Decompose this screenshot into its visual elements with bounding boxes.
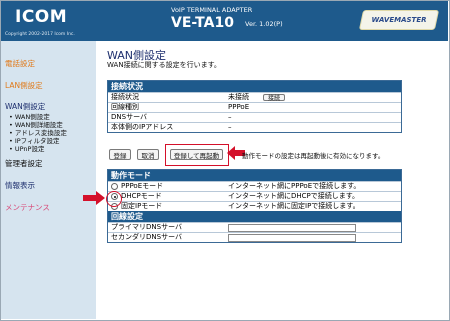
line-row-primary-dns: プライマリDNSサーバ [108, 222, 401, 232]
mode-row-dhcp[interactable]: DHCPモード インターネット網にDHCPで接続します。 [108, 191, 401, 201]
status-label: DNSサーバ [111, 113, 147, 121]
secondary-dns-label: セカンダリDNSサーバ [111, 233, 182, 241]
mode-label: PPPoEモード [121, 182, 164, 190]
primary-dns-label: プライマリDNSサーバ [111, 223, 182, 231]
status-value: 未接続 [228, 93, 249, 101]
status-value: PPPoE [228, 103, 250, 111]
status-label: 本体側のIPアドレス [111, 123, 174, 131]
mode-row-static[interactable]: 固定IPモード インターネット網に固定IPで接続します。 [108, 201, 401, 211]
restart-note: 動作モードの設定は再起動後に有効になります。 [242, 152, 385, 160]
status-heading: 接続状況 [108, 81, 401, 92]
version-label: Ver. 1.02(P) [245, 20, 283, 28]
register-button[interactable]: 登録 [109, 149, 131, 160]
sidebar-item-info[interactable]: 情報表示 [5, 180, 35, 191]
status-panel: 接続状況 接続状況 未接続 接続 回線種別 PPPoE DNSサーバ – 本体側… [107, 80, 402, 133]
page-subtitle: WAN接続に関する設定を行います。 [107, 61, 221, 69]
sidebar-item-lan[interactable]: LAN側設定 [5, 80, 43, 91]
arrow-right-icon [83, 191, 105, 205]
status-value: – [228, 123, 232, 131]
status-row-line-type: 回線種別 PPPoE [108, 102, 401, 112]
model-name: VE-TA10 [171, 15, 234, 31]
status-row-connection: 接続状況 未接続 接続 [108, 92, 401, 102]
secondary-dns-input[interactable] [228, 234, 356, 242]
mode-row-pppoe[interactable]: PPPoEモード インターネット網にPPPoEで接続します。 [108, 181, 401, 191]
sidebar: 電話設定 LAN側設定 WAN側設定 WAN側設定 WAN側詳細設定 アドレス変… [1, 41, 96, 319]
product-label: VoIP TERMINAL ADAPTER [171, 6, 253, 14]
sidebar-subitem-upnp[interactable]: UPnP設定 [9, 143, 45, 153]
mode-description: インターネット網に固定IPで接続します。 [228, 202, 360, 210]
icom-logo: ICOM [15, 7, 68, 27]
connect-button[interactable]: 接続 [263, 94, 285, 102]
sidebar-item-admin[interactable]: 管理者設定 [5, 158, 43, 169]
wavemaster-badge: WAVEMASTER [358, 10, 440, 30]
line-row-secondary-dns: セカンダリDNSサーバ [108, 232, 401, 242]
radio-highlight-circle [106, 191, 122, 207]
copyright-text: Copyright 2002-2017 Icom Inc. [5, 32, 75, 37]
status-label: 接続状況 [111, 93, 139, 101]
header-bar: ICOM Copyright 2002-2017 Icom Inc. VoIP … [1, 1, 448, 41]
mode-description: インターネット網にPPPoEで接続します。 [228, 182, 361, 190]
status-value: – [228, 113, 232, 121]
mode-label: DHCPモード [121, 192, 162, 200]
cancel-button[interactable]: 取消 [137, 149, 159, 160]
radio-pppoe[interactable] [111, 183, 118, 190]
status-label: 回線種別 [111, 103, 139, 111]
line-heading: 回線設定 [108, 211, 401, 222]
register-restart-button[interactable]: 登録して再起動 [170, 149, 223, 160]
mode-label: 固定IPモード [121, 202, 163, 210]
status-row-dns: DNSサーバ – [108, 112, 401, 122]
sidebar-item-maintenance[interactable]: メンテナンス [5, 202, 50, 213]
sidebar-item-phone[interactable]: 電話設定 [5, 58, 35, 69]
mode-description: インターネット網にDHCPで接続します。 [228, 192, 360, 200]
primary-dns-input[interactable] [228, 224, 356, 232]
wavemaster-logo: WAVEMASTER [371, 16, 427, 24]
status-row-ip: 本体側のIPアドレス – [108, 122, 401, 132]
mode-panel: 動作モード PPPoEモード インターネット網にPPPoEで接続します。 DHC… [107, 169, 402, 243]
mode-heading: 動作モード [108, 170, 401, 181]
